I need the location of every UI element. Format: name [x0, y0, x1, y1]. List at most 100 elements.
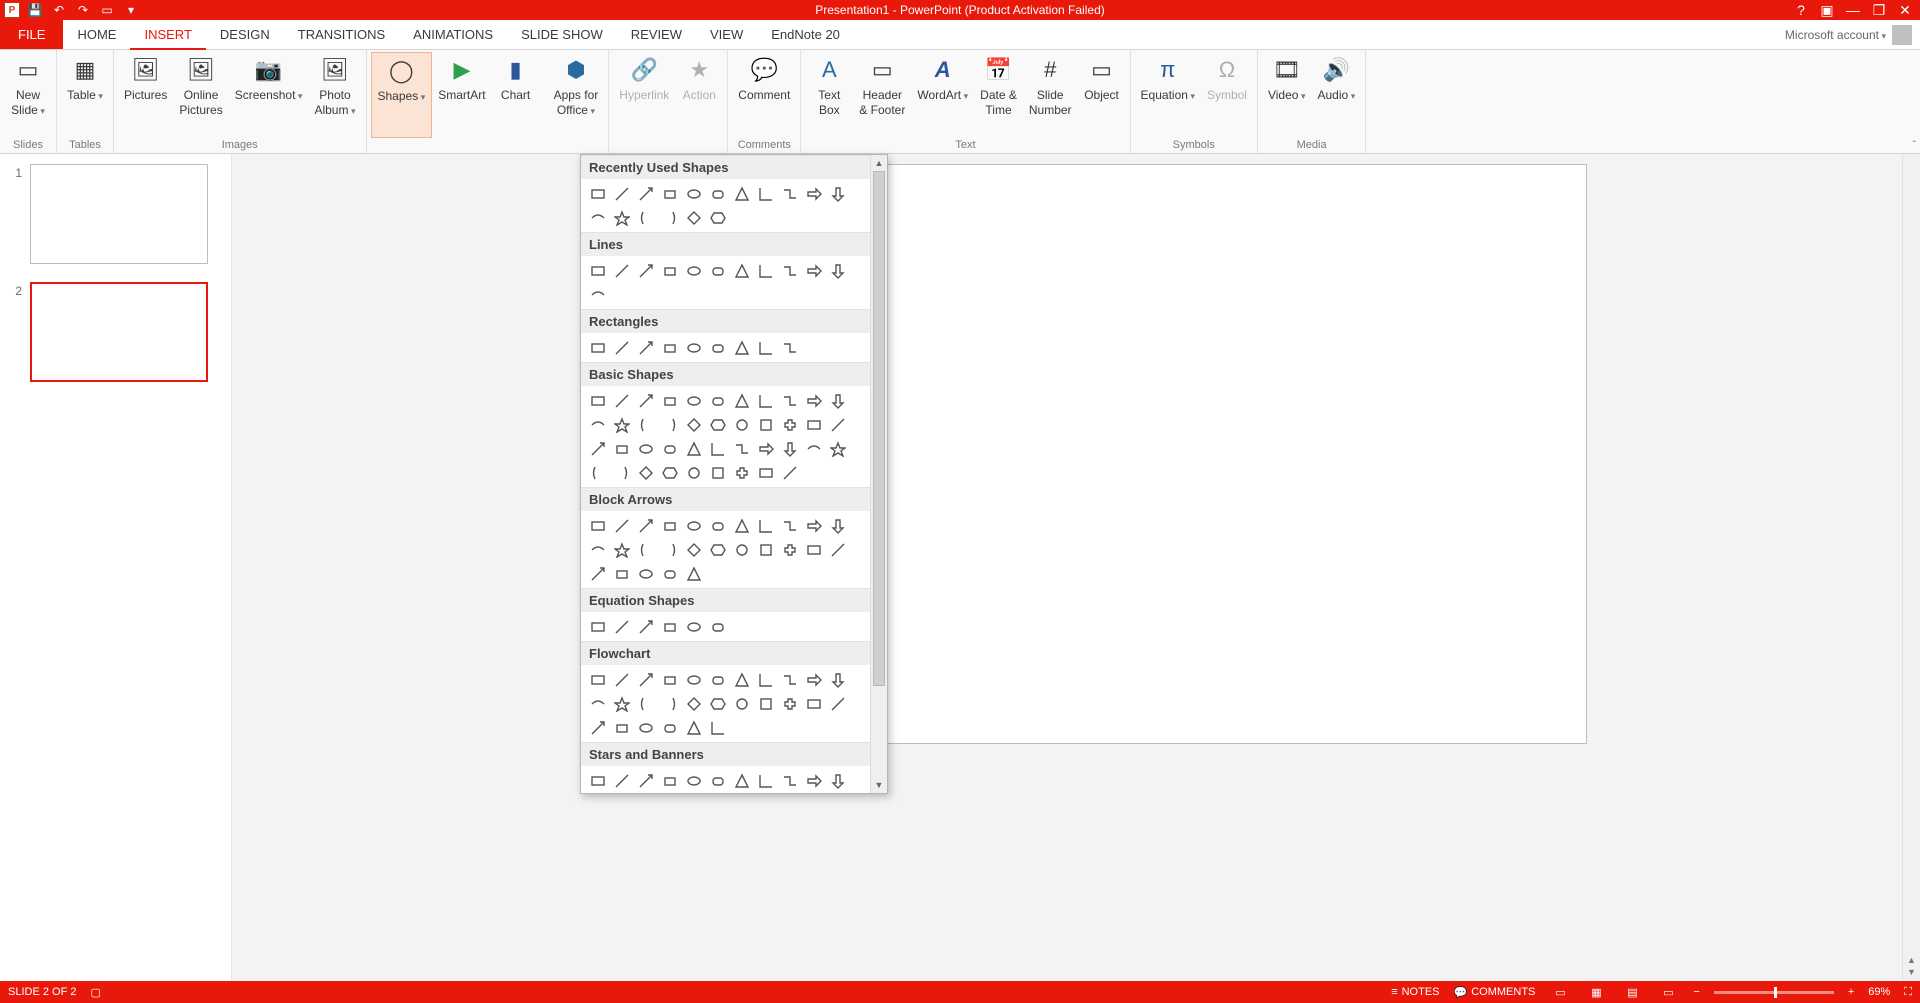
shape-option[interactable] — [803, 438, 824, 459]
scroll-down-icon[interactable]: ▼ — [871, 777, 887, 793]
thumbnail-slide-1[interactable] — [30, 164, 208, 264]
minimize-icon[interactable]: — — [1844, 1, 1862, 19]
shape-option[interactable] — [611, 616, 632, 637]
slide-canvas[interactable] — [867, 164, 1587, 744]
slide-counter[interactable]: SLIDE 2 OF 2 — [8, 986, 76, 998]
shape-option[interactable] — [587, 414, 608, 435]
shape-option[interactable] — [683, 515, 704, 536]
tab-slideshow[interactable]: SLIDE SHOW — [507, 20, 617, 49]
slideshow-view-icon[interactable]: ▭ — [1657, 984, 1679, 1000]
zoom-in-icon[interactable]: + — [1848, 986, 1854, 998]
shape-option[interactable] — [587, 207, 608, 228]
tab-animations[interactable]: ANIMATIONS — [399, 20, 507, 49]
shape-option[interactable] — [755, 539, 776, 560]
shape-option[interactable] — [635, 438, 656, 459]
shape-option[interactable] — [683, 207, 704, 228]
shape-option[interactable] — [779, 414, 800, 435]
shape-option[interactable] — [611, 515, 632, 536]
shape-option[interactable] — [755, 260, 776, 281]
screenshot-button[interactable]: 📷 Screenshot — [229, 52, 309, 138]
shape-option[interactable] — [779, 183, 800, 204]
shape-option[interactable] — [779, 515, 800, 536]
shape-option[interactable] — [683, 717, 704, 738]
shape-option[interactable] — [587, 260, 608, 281]
header-footer-button[interactable]: ▭ Header & Footer — [853, 52, 911, 138]
shape-option[interactable] — [827, 183, 848, 204]
tab-endnote[interactable]: EndNote 20 — [757, 20, 854, 49]
shape-option[interactable] — [587, 462, 608, 483]
slide-sorter-view-icon[interactable]: ▦ — [1585, 984, 1607, 1000]
shape-option[interactable] — [611, 337, 632, 358]
shape-option[interactable] — [683, 616, 704, 637]
tab-insert[interactable]: INSERT — [130, 20, 205, 50]
shape-option[interactable] — [683, 563, 704, 584]
shape-option[interactable] — [587, 717, 608, 738]
shape-option[interactable] — [731, 438, 752, 459]
shape-option[interactable] — [779, 669, 800, 690]
apps-button[interactable]: ⬢ Apps for Office — [548, 52, 605, 138]
tab-design[interactable]: DESIGN — [206, 20, 284, 49]
shape-option[interactable] — [635, 539, 656, 560]
tab-transitions[interactable]: TRANSITIONS — [284, 20, 399, 49]
shape-option[interactable] — [587, 284, 608, 305]
object-button[interactable]: ▭ Object — [1078, 52, 1126, 138]
close-icon[interactable]: ✕ — [1896, 1, 1914, 19]
shape-option[interactable] — [659, 717, 680, 738]
start-from-beginning-icon[interactable]: ▭ — [98, 1, 116, 19]
shape-option[interactable] — [611, 770, 632, 791]
account-label[interactable]: Microsoft account — [1785, 28, 1886, 42]
fit-to-window-icon[interactable]: ⛶ — [1904, 986, 1912, 999]
shape-option[interactable] — [611, 207, 632, 228]
shape-option[interactable] — [779, 539, 800, 560]
shape-option[interactable] — [755, 693, 776, 714]
textbox-button[interactable]: A Text Box — [805, 52, 853, 138]
table-button[interactable]: ▦ Table — [61, 52, 109, 138]
shape-option[interactable] — [827, 693, 848, 714]
shape-option[interactable] — [707, 717, 728, 738]
tab-file[interactable]: FILE — [0, 20, 63, 49]
restore-icon[interactable]: ❐ — [1870, 1, 1888, 19]
shape-option[interactable] — [659, 539, 680, 560]
shape-option[interactable] — [731, 260, 752, 281]
shape-option[interactable] — [611, 390, 632, 411]
shape-option[interactable] — [827, 669, 848, 690]
shape-option[interactable] — [587, 770, 608, 791]
undo-icon[interactable]: ↶ — [50, 1, 68, 19]
shape-option[interactable] — [755, 183, 776, 204]
redo-icon[interactable]: ↷ — [74, 1, 92, 19]
shape-option[interactable] — [803, 693, 824, 714]
video-button[interactable]: 🎞 Video — [1262, 52, 1312, 138]
shape-option[interactable] — [827, 414, 848, 435]
shape-option[interactable] — [635, 563, 656, 584]
shape-option[interactable] — [827, 438, 848, 459]
shape-option[interactable] — [707, 669, 728, 690]
tab-view[interactable]: VIEW — [696, 20, 757, 49]
shape-option[interactable] — [779, 770, 800, 791]
shape-option[interactable] — [755, 414, 776, 435]
shape-option[interactable] — [755, 462, 776, 483]
shape-option[interactable] — [659, 563, 680, 584]
equation-button[interactable]: π Equation — [1135, 52, 1201, 138]
shape-option[interactable] — [707, 414, 728, 435]
help-icon[interactable]: ? — [1792, 1, 1810, 19]
qat-customize-icon[interactable]: ▾ — [122, 1, 140, 19]
shape-option[interactable] — [803, 414, 824, 435]
comments-button[interactable]: 💬 COMMENTS — [1454, 986, 1536, 999]
shape-option[interactable] — [611, 717, 632, 738]
shape-option[interactable] — [611, 414, 632, 435]
shape-option[interactable] — [755, 337, 776, 358]
shapes-button[interactable]: ◯ Shapes — [371, 52, 433, 138]
tab-review[interactable]: REVIEW — [617, 20, 696, 49]
shape-option[interactable] — [779, 462, 800, 483]
shape-option[interactable] — [587, 616, 608, 637]
scrollbar-thumb[interactable] — [873, 171, 885, 686]
audio-button[interactable]: 🔊 Audio — [1311, 52, 1361, 138]
shape-option[interactable] — [827, 770, 848, 791]
shape-option[interactable] — [803, 183, 824, 204]
shape-option[interactable] — [683, 693, 704, 714]
shape-option[interactable] — [683, 183, 704, 204]
shape-option[interactable] — [707, 693, 728, 714]
shape-option[interactable] — [803, 260, 824, 281]
shape-option[interactable] — [611, 539, 632, 560]
shape-option[interactable] — [635, 183, 656, 204]
